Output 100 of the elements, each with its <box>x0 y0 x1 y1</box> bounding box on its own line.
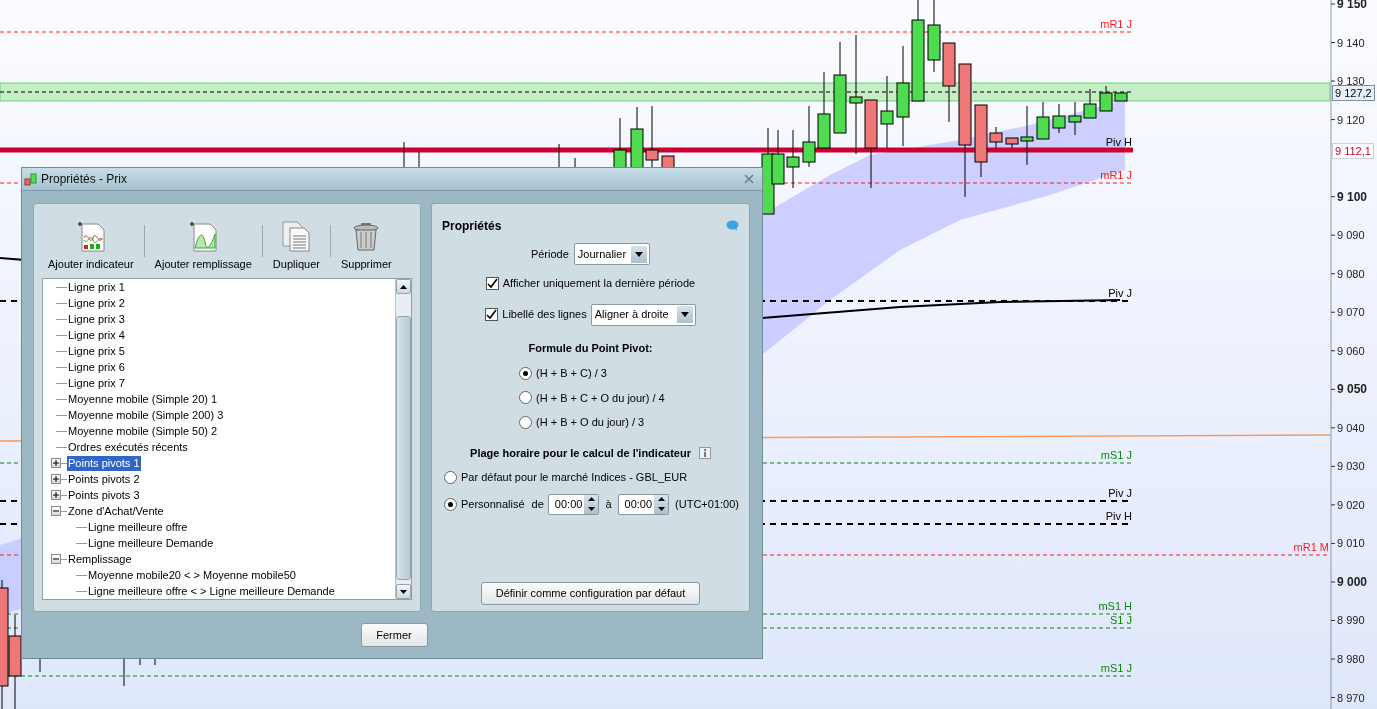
price-tag: 9 112,1 <box>1332 143 1374 159</box>
radio-label: Par défaut pour le marché Indices - GBL_EUR <box>461 470 688 485</box>
tree-item[interactable]: Moyenne mobile (Simple 50) 2 <box>67 423 219 439</box>
checkbox-label: Libellé des lignes <box>502 307 587 323</box>
radio-button[interactable] <box>519 366 532 380</box>
candlestick <box>786 129 800 189</box>
documents-icon <box>281 219 312 252</box>
radio-button[interactable] <box>519 415 532 429</box>
collapse-icon[interactable] <box>51 554 61 564</box>
info-icon[interactable] <box>698 446 711 459</box>
level-label: S1 J <box>1110 614 1132 626</box>
axis-label: 8 980 <box>1337 653 1365 665</box>
level-label: Piv H <box>1105 510 1132 522</box>
toolbar-button[interactable]: Supprimer <box>330 219 402 272</box>
expand-icon[interactable] <box>51 474 61 484</box>
timezone-label: (UTC+01:00) <box>675 496 739 512</box>
axis-label: 9 090 <box>1337 229 1365 242</box>
candlestick <box>802 105 816 168</box>
candlestick <box>645 105 659 169</box>
field-label: à <box>605 496 612 512</box>
spinner-icon <box>654 494 669 514</box>
tree-item[interactable]: Ligne prix 7 <box>67 375 126 391</box>
candlestick <box>1083 88 1097 119</box>
candlestick <box>154 657 156 666</box>
dropdown-caret-icon <box>631 245 648 263</box>
tree-item[interactable]: Ligne prix 5 <box>67 343 126 359</box>
set-default-button[interactable]: Définir comme configuration par défaut <box>480 582 701 605</box>
tree-item[interactable]: Moyenne mobile (Simple 200) 3 <box>67 407 225 423</box>
tree-item[interactable]: Moyenne mobile (Simple 20) 1 <box>67 391 219 407</box>
axis-label: 9 100 <box>1337 189 1368 204</box>
panel-title: Propriétés <box>442 218 502 235</box>
radio-label: (H + B + C + O du jour) / 4 <box>536 390 665 406</box>
tree-item[interactable]: Points pivots 1 <box>67 455 141 471</box>
radio-label: Personnalisé <box>461 496 525 512</box>
tree-item[interactable]: Moyenne mobile20 < > Moyenne mobile50 <box>87 567 297 583</box>
time-field[interactable]: 00:00 <box>547 493 600 515</box>
scroll-up-icon[interactable] <box>400 284 407 289</box>
candlestick <box>403 141 405 169</box>
tree-item[interactable]: Ligne prix 6 <box>67 359 126 375</box>
scrollbar[interactable] <box>395 279 411 599</box>
level-label: mS1 H <box>1098 600 1132 612</box>
candlestick <box>139 657 141 666</box>
axis-label: 9 010 <box>1337 537 1365 550</box>
axis-label: 8 970 <box>1337 691 1365 704</box>
add-indicator-icon <box>75 219 106 252</box>
radio-label: (H + B + O du jour) / 3 <box>536 415 645 430</box>
field-label: Période <box>530 246 569 262</box>
candlestick <box>558 143 560 169</box>
level-label: Piv J <box>1108 487 1132 499</box>
tree-item[interactable]: Ligne prix 2 <box>67 295 126 311</box>
tree-item[interactable]: Points pivots 3 <box>67 487 141 503</box>
level-label: mS1 J <box>1100 662 1132 674</box>
level-label: mS1 J <box>1100 449 1132 461</box>
candlestick <box>418 151 420 169</box>
level-label: Piv H <box>1105 136 1132 148</box>
candlestick <box>39 657 41 673</box>
tree-item[interactable]: Ligne prix 3 <box>67 311 126 327</box>
axis-label: 9 150 <box>1337 0 1368 11</box>
alignment-dropdown[interactable]: Aligner à droite <box>590 303 696 326</box>
time-field[interactable]: 00:00 <box>617 493 670 515</box>
axis-label: 9 020 <box>1337 498 1365 511</box>
scroll-down-icon[interactable] <box>400 589 407 594</box>
expand-icon[interactable] <box>51 458 61 468</box>
tree-item[interactable]: Ligne meilleure offre < > Ligne meilleure Demande <box>87 583 336 599</box>
candlestick <box>123 657 125 687</box>
tree-item[interactable]: Remplissage <box>67 551 133 567</box>
tree-item[interactable]: Ordres exécutés récents <box>67 439 189 455</box>
tree-item[interactable]: Zone d'Achat/Vente <box>67 503 165 519</box>
checkbox[interactable] <box>485 308 499 321</box>
axis-label: 9 140 <box>1337 36 1365 49</box>
toolbar-button[interactable]: Dupliquer <box>262 219 330 272</box>
close-icon[interactable] <box>744 174 754 184</box>
tree-item[interactable]: Ligne prix 1 <box>67 279 126 295</box>
field-label: de <box>531 496 544 512</box>
level-label: mR1 J <box>1100 18 1132 30</box>
radio-button[interactable] <box>519 391 532 405</box>
period-dropdown[interactable]: Journalier <box>573 243 651 265</box>
chat-bubble-icon <box>726 220 739 232</box>
candlestick <box>1068 101 1082 136</box>
radio-button[interactable] <box>444 497 457 511</box>
axis-label: 9 060 <box>1337 344 1365 357</box>
candlestick <box>1036 101 1050 140</box>
expand-icon[interactable] <box>51 490 61 500</box>
checkbox[interactable] <box>485 276 499 290</box>
tree-item[interactable]: Points pivots 2 <box>67 471 141 487</box>
toolbar-button[interactable]: Ajouter remplissage <box>144 219 262 272</box>
axis-label: 9 080 <box>1337 267 1365 280</box>
collapse-icon[interactable] <box>51 506 61 516</box>
axis-label: 9 070 <box>1337 306 1365 319</box>
tree-item[interactable]: Ligne prix 4 <box>67 327 126 343</box>
candlestick <box>574 157 576 169</box>
axis-label: 9 030 <box>1337 460 1365 473</box>
radio-button[interactable] <box>444 470 457 484</box>
axis-label: 9 050 <box>1337 382 1368 397</box>
tree-item[interactable]: Ligne meilleure offre <box>87 519 189 535</box>
candlestick <box>630 106 644 169</box>
close-button[interactable]: Fermer <box>360 623 428 647</box>
axis-label: 9 000 <box>1337 574 1368 589</box>
toolbar-button[interactable]: Ajouter indicateur <box>38 219 144 272</box>
tree-item[interactable]: Ligne meilleure Demande <box>87 535 215 551</box>
